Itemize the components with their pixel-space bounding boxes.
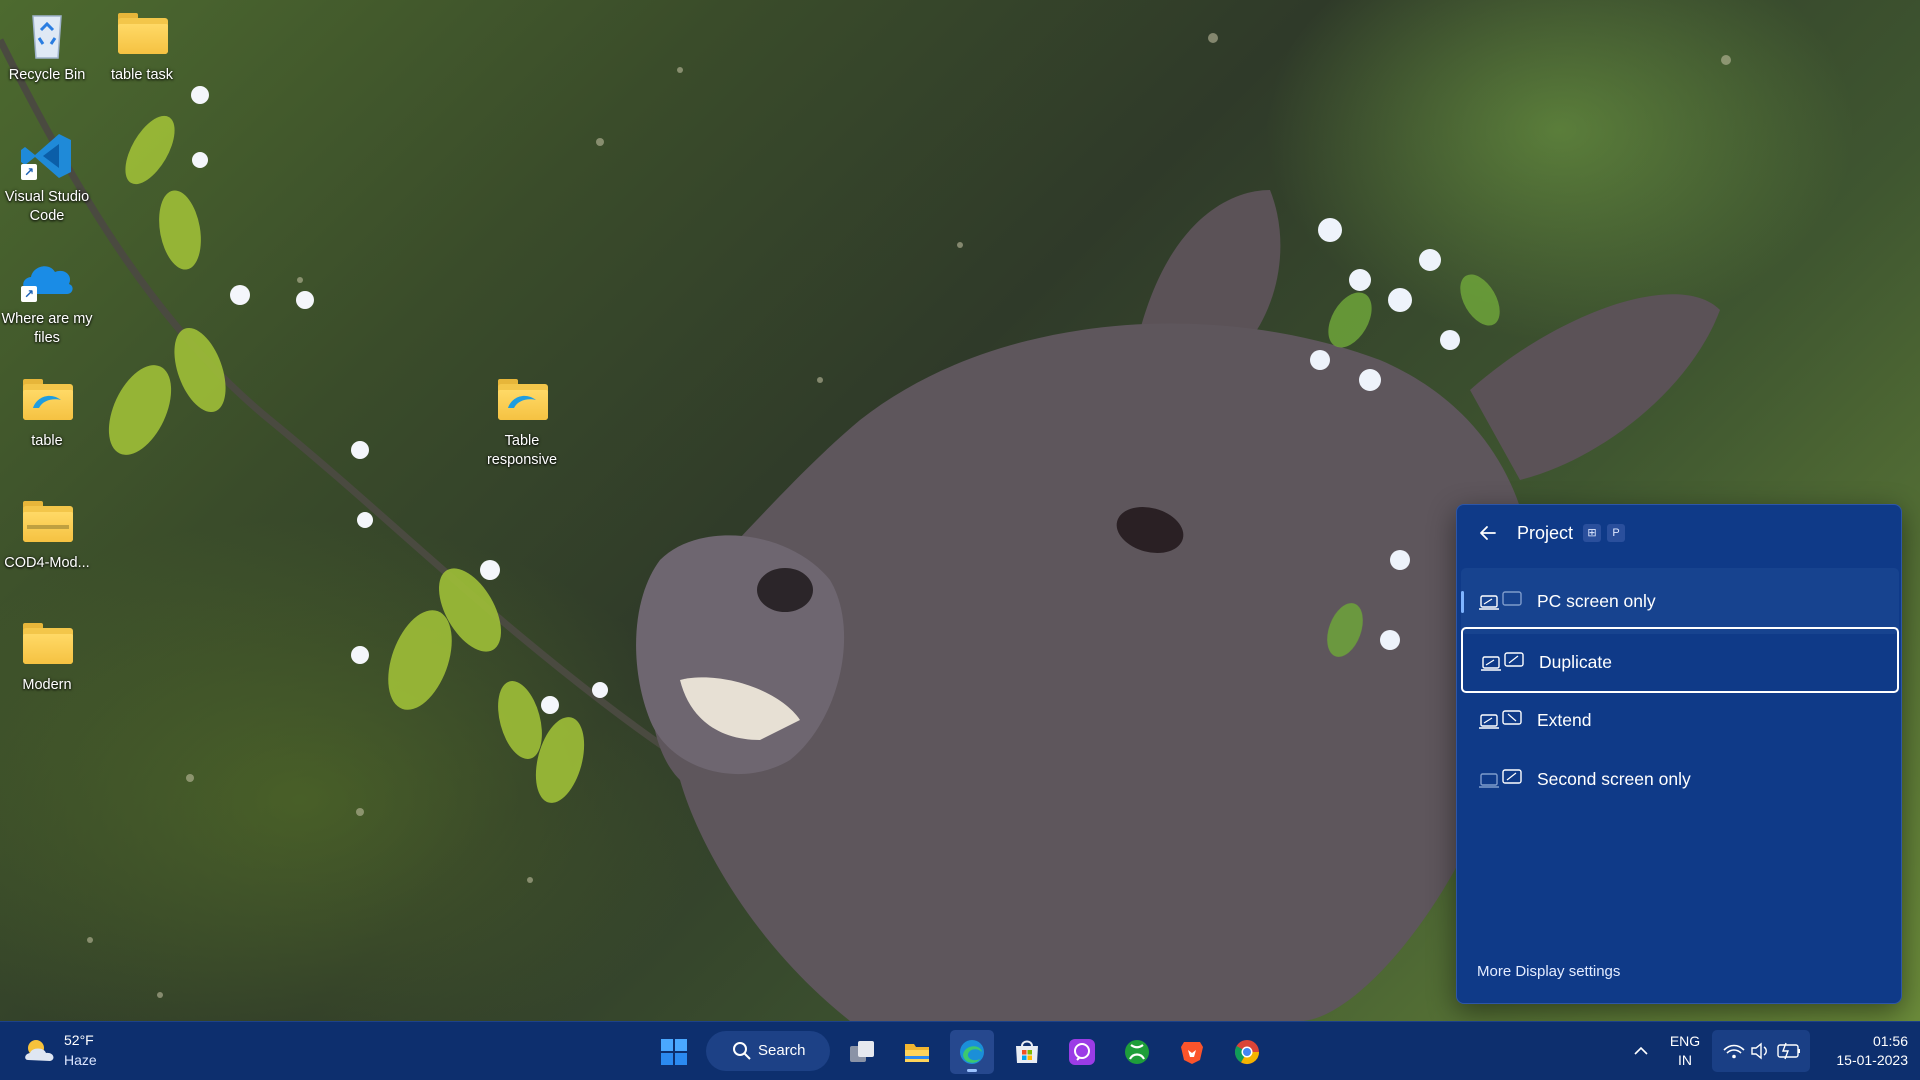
second-screen-only-icon bbox=[1479, 769, 1522, 788]
desktop-icon-vscode[interactable]: ↗ Visual Studio Code bbox=[1, 130, 93, 226]
language-region: IN bbox=[1678, 1052, 1692, 1068]
more-display-settings-link[interactable]: More Display settings bbox=[1477, 963, 1620, 980]
weather-widget[interactable]: 52°F Haze bbox=[20, 1032, 130, 1072]
start-button[interactable] bbox=[652, 1030, 696, 1074]
option-label: PC screen only bbox=[1537, 591, 1656, 611]
option-extend[interactable]: Extend bbox=[1461, 687, 1899, 753]
p-key-badge: P bbox=[1607, 524, 1625, 542]
volume-icon bbox=[1751, 1042, 1767, 1060]
haze-weather-icon bbox=[25, 1040, 54, 1061]
xbox-button[interactable] bbox=[1115, 1030, 1159, 1074]
desktop-icon-where-are-my-files[interactable]: ↗ Where are my files bbox=[1, 252, 93, 348]
desktop-icon-label: table task bbox=[110, 67, 174, 83]
edge-icon bbox=[960, 1040, 984, 1064]
running-indicator bbox=[967, 1069, 977, 1072]
desktop-icon-label: Table responsive bbox=[486, 433, 558, 468]
clock-time: 01:56 bbox=[1872, 1033, 1908, 1049]
back-button[interactable] bbox=[1475, 520, 1501, 546]
duplicate-icon bbox=[1481, 652, 1524, 671]
microsoft-store-button[interactable] bbox=[1005, 1030, 1049, 1074]
chevron-up-icon bbox=[1634, 1046, 1648, 1055]
file-explorer-icon bbox=[905, 1044, 929, 1062]
pc-screen-only-icon bbox=[1479, 591, 1522, 610]
desktop-icon-table-task[interactable]: table task bbox=[96, 8, 188, 85]
messenger-button[interactable] bbox=[1060, 1030, 1104, 1074]
folder-icon bbox=[494, 374, 550, 426]
onedrive-icon: ↗ bbox=[19, 252, 75, 304]
folder-icon bbox=[114, 8, 170, 60]
desktop-icon-modern[interactable]: Modern bbox=[1, 618, 93, 695]
shortcut-arrow-icon: ↗ bbox=[21, 286, 37, 302]
desktop-icon-recycle-bin[interactable]: Recycle Bin bbox=[1, 8, 93, 85]
desktop-icon-table[interactable]: table bbox=[1, 374, 93, 451]
task-view-icon bbox=[850, 1041, 874, 1062]
system-tray-icons bbox=[1723, 1042, 1800, 1060]
battery-charging-icon bbox=[1777, 1042, 1800, 1060]
option-second-screen-only[interactable]: Second screen only bbox=[1461, 746, 1899, 812]
option-label: Duplicate bbox=[1539, 652, 1612, 672]
desktop-icon-label: Modern bbox=[22, 677, 72, 693]
weather-condition: Haze bbox=[64, 1052, 97, 1068]
windows-key-badge: ⊞ bbox=[1583, 524, 1601, 542]
chrome-button[interactable] bbox=[1225, 1030, 1269, 1074]
start-icon bbox=[661, 1039, 687, 1065]
option-label: Second screen only bbox=[1537, 769, 1691, 789]
input-language-indicator[interactable]: ENG IN bbox=[1664, 1032, 1706, 1070]
folder-icon bbox=[19, 618, 75, 670]
project-flyout-title: Project bbox=[1517, 523, 1574, 543]
option-pc-screen-only[interactable]: PC screen only bbox=[1461, 568, 1899, 634]
desktop-icon-cod4-mod[interactable]: COD4-Mod... bbox=[1, 496, 93, 573]
wifi-icon bbox=[1723, 1044, 1745, 1059]
show-hidden-icons-button[interactable] bbox=[1627, 1036, 1655, 1066]
clock-date: 15-01-2023 bbox=[1836, 1052, 1908, 1068]
desktop-icon-label: Recycle Bin bbox=[8, 67, 86, 83]
recycle-bin-icon bbox=[19, 8, 75, 60]
selection-indicator bbox=[1461, 591, 1464, 613]
search-icon bbox=[733, 1042, 751, 1060]
search-label: Search bbox=[758, 1042, 806, 1059]
option-label: Extend bbox=[1537, 710, 1592, 730]
taskbar-search[interactable]: Search bbox=[706, 1031, 830, 1071]
store-icon bbox=[1016, 1040, 1038, 1063]
desktop-icon-label: table bbox=[31, 433, 63, 449]
desktop-icon-table-responsive[interactable]: Table responsive bbox=[476, 374, 568, 470]
weather-temperature: 52°F bbox=[64, 1032, 94, 1048]
brave-icon bbox=[1181, 1042, 1203, 1064]
desktop-icon-label: COD4-Mod... bbox=[4, 555, 90, 571]
back-arrow-icon bbox=[1480, 526, 1496, 540]
vscode-icon: ↗ bbox=[19, 130, 75, 182]
edge-button[interactable] bbox=[950, 1030, 994, 1074]
quick-settings-button[interactable] bbox=[1712, 1030, 1810, 1072]
file-explorer-button[interactable] bbox=[895, 1030, 939, 1074]
shortcut-arrow-icon: ↗ bbox=[21, 164, 37, 180]
zip-folder-icon bbox=[19, 496, 75, 548]
chrome-icon bbox=[1234, 1040, 1259, 1065]
folder-icon bbox=[19, 374, 75, 426]
desktop-icon-label: Visual Studio Code bbox=[4, 189, 90, 224]
extend-icon bbox=[1479, 710, 1522, 729]
taskbar-clock[interactable]: 01:56 15-01-2023 bbox=[1812, 1032, 1908, 1070]
taskbar: 52°F Haze Search ENG IN 01:56 15-01-2023 bbox=[0, 1021, 1920, 1080]
desktop-icon-label: Where are my files bbox=[1, 311, 93, 346]
project-flyout: Project ⊞ P PC screen only Duplicate Ext… bbox=[1456, 504, 1902, 1004]
brave-button[interactable] bbox=[1170, 1030, 1214, 1074]
messenger-icon bbox=[1069, 1039, 1095, 1065]
xbox-icon bbox=[1125, 1040, 1149, 1064]
option-duplicate[interactable]: Duplicate bbox=[1461, 627, 1899, 693]
task-view-button[interactable] bbox=[840, 1030, 884, 1074]
language-code: ENG bbox=[1669, 1033, 1701, 1049]
project-flyout-header: Project ⊞ P bbox=[1457, 505, 1901, 561]
